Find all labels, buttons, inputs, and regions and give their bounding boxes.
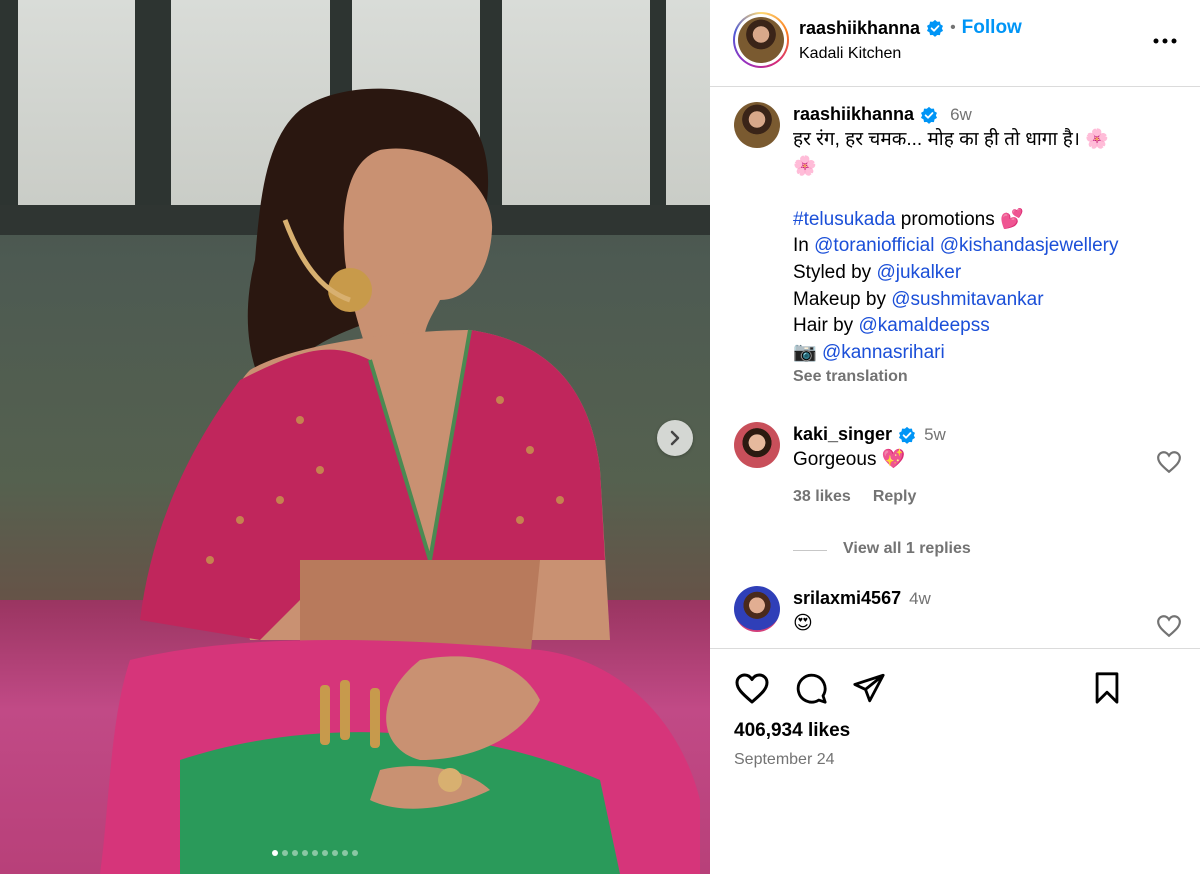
avatar[interactable] [734,586,780,632]
next-slide-button[interactable] [657,420,693,456]
mention-link[interactable]: @kannasrihari [822,342,945,363]
post-location[interactable]: Kadali Kitchen [799,45,901,63]
heart-outline-icon[interactable] [1156,614,1182,638]
comment-author[interactable]: srilaxmi4567 [793,588,901,609]
caption-text: Makeup by [793,288,892,310]
carousel-dot [272,850,278,856]
caption-line: Hair by @kamaldeepss [793,313,1173,340]
caption-line: In @toraniofficial @kishandasjewellery [793,233,1173,260]
carousel-indicator [272,850,358,856]
mention-link[interactable]: @sushmitavankar [891,289,1043,310]
carousel-dot [342,850,348,856]
view-replies-link[interactable]: View all 1 replies [843,540,971,558]
avatar[interactable] [734,422,780,468]
post-date: September 24 [734,751,835,768]
comment-text: 😍 [793,613,813,634]
share-send-icon[interactable] [851,671,887,705]
mention-link[interactable]: @kishandasjewellery [940,235,1119,256]
mention-link[interactable]: @kamaldeepss [858,315,989,336]
comment-time: 4w [909,588,931,608]
carousel-dot [352,850,358,856]
verified-badge-icon [921,106,938,124]
comments-section[interactable]: raashiikhanna 6w हर रंग, हर चमक... मोह क… [710,88,1200,648]
comment-author[interactable]: kaki_singer [793,424,892,445]
mention-link[interactable]: @toraniofficial [814,235,934,256]
avatar[interactable] [734,102,780,148]
carousel-dot [282,850,288,856]
comment-text: Gorgeous 💖 [793,449,906,470]
caption-line: 📷 @kannasrihari [793,340,1173,367]
more-horizontal-icon[interactable] [1152,28,1178,54]
caption-line: Styled by @jukalker [793,260,1173,287]
carousel-dot [332,850,338,856]
bookmark-icon[interactable] [1092,671,1122,705]
post-media[interactable] [0,0,710,874]
author-username[interactable]: raashiikhanna [799,18,920,39]
comment-time: 5w [924,424,946,444]
heart-outline-icon[interactable] [1156,450,1182,474]
comment-likes-count[interactable]: 38 likes [793,488,851,506]
caption-line: 🌸 [793,155,817,177]
likes-count[interactable]: 406,934 likes [734,720,850,742]
post-panel: raashiikhanna • Follow Kadali Kitchen ra… [710,0,1200,874]
follow-button[interactable]: Follow [962,17,1022,39]
caption-line: हर रंग, हर चमक... मोह का ही तो धागा है। … [793,129,1109,150]
camera-icon: 📷 [793,341,822,363]
carousel-dot [312,850,318,856]
hashtag-link[interactable]: #telusukada [793,209,895,230]
caption-author[interactable]: raashiikhanna [793,104,914,125]
carousel-dot [302,850,308,856]
model-photo [100,88,700,874]
caption-text: Hair by [793,315,859,337]
caption-line: #telusukada promotions 💕 [793,207,1173,234]
separator-dot: • [950,19,956,36]
caption-text: In [793,235,815,257]
replies-divider [793,550,827,551]
verified-badge-icon [927,19,944,37]
author-avatar[interactable] [733,12,789,68]
caption-text: promotions 💕 [895,208,1024,230]
like-heart-icon[interactable] [734,672,770,705]
caption-text: Styled by [793,261,877,283]
comment-bubble-icon[interactable] [794,671,828,705]
chevron-right-icon [670,430,680,446]
post-header: raashiikhanna • Follow Kadali Kitchen [710,0,1200,87]
mention-link[interactable]: @jukalker [876,262,961,283]
see-translation-link[interactable]: See translation [793,368,1173,386]
caption-line: Makeup by @sushmitavankar [793,287,1173,314]
avatar [738,17,784,63]
carousel-dot [322,850,328,856]
carousel-dot [292,850,298,856]
caption-time: 6w [950,104,972,124]
verified-badge-icon [899,426,916,444]
reply-button[interactable]: Reply [873,488,917,506]
